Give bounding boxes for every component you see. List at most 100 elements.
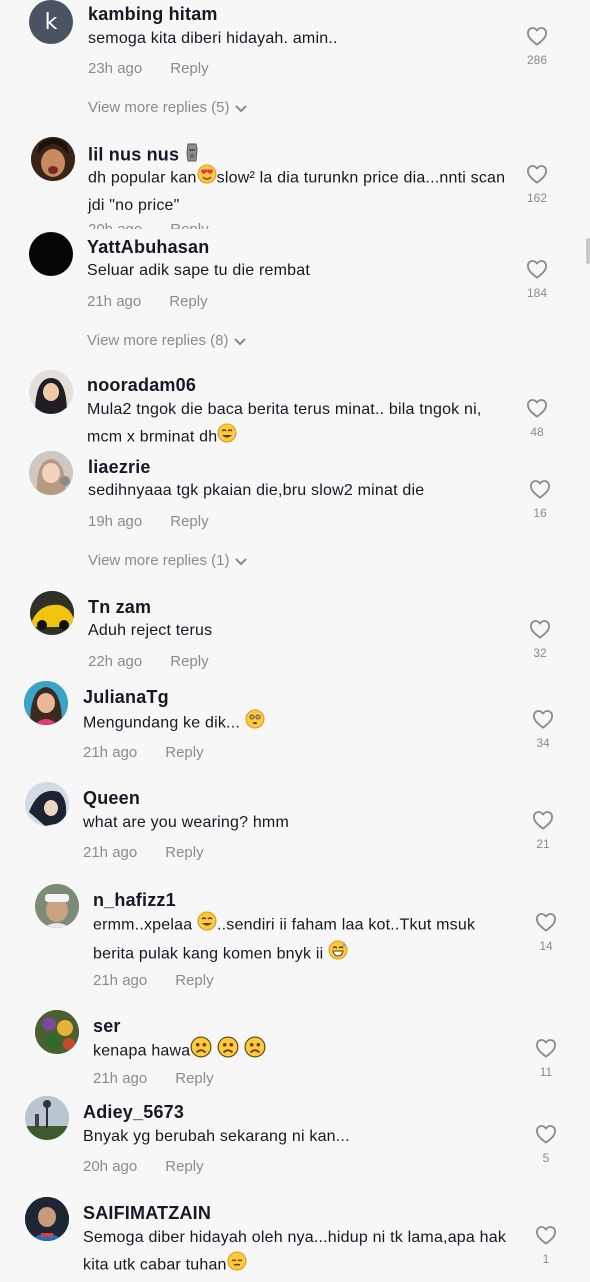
- like-area: 1: [526, 1225, 566, 1266]
- comment-item: Adiey_5673 Bnyak yg berubah sekarang ni …: [0, 1096, 590, 1186]
- like-area: 11: [526, 1038, 566, 1079]
- comment-item: nooradam06 Mula2 tngok die baca berita t…: [0, 370, 590, 446]
- reply-button[interactable]: Reply: [170, 221, 208, 229]
- flushed-face-emoji-icon: [245, 709, 265, 738]
- heart-outline-icon[interactable]: [532, 709, 554, 729]
- avatar[interactable]: [29, 451, 73, 495]
- like-area: 184: [517, 259, 557, 300]
- comment-username[interactable]: Tn zam: [88, 597, 151, 618]
- view-more-replies[interactable]: View more replies (5): [88, 99, 247, 117]
- avatar[interactable]: [25, 1197, 69, 1241]
- like-count: 16: [533, 506, 547, 520]
- comment-text: what are you wearing? hmm: [83, 814, 289, 831]
- comment-meta: 20h ago Reply: [88, 221, 209, 229]
- comment-text: sedihnyaaa tgk pkaian die,bru slow2 mina…: [88, 482, 425, 499]
- comment-item: Queen what are you wearing? hmm 21h ago R…: [0, 782, 590, 868]
- reply-button[interactable]: Reply: [165, 844, 203, 861]
- comment-time: 23h ago: [88, 60, 143, 77]
- comment-username[interactable]: JulianaTg: [83, 687, 169, 708]
- reply-button[interactable]: Reply: [169, 293, 207, 310]
- avatar[interactable]: [24, 681, 68, 725]
- avatar[interactable]: [25, 1096, 69, 1140]
- reply-button[interactable]: Reply: [165, 744, 203, 761]
- comment-text: Aduh reject terus: [88, 622, 213, 639]
- comment-username[interactable]: YattAbuhasan: [87, 237, 209, 258]
- heart-outline-icon[interactable]: [532, 810, 554, 830]
- chevron-down-icon: [235, 100, 247, 117]
- comment-item: Tn zam Aduh reject terus 22h ago Reply 32: [0, 591, 590, 676]
- comment-text: Seluar adik sape tu die rembat: [87, 262, 311, 279]
- comment-meta: 19h ago Reply: [88, 513, 209, 530]
- avatar[interactable]: [29, 370, 73, 414]
- comment-username[interactable]: SAIFIMATZAIN: [83, 1203, 211, 1224]
- heart-outline-icon[interactable]: [535, 912, 557, 932]
- heart-outline-icon[interactable]: [529, 619, 551, 639]
- reply-button[interactable]: Reply: [165, 1158, 203, 1175]
- comment-text: semoga kita diberi hidayah. amin..: [88, 30, 338, 47]
- comment-time: 21h ago: [83, 744, 138, 761]
- reply-button[interactable]: Reply: [175, 972, 213, 989]
- comment-meta: 21h ago Reply: [83, 744, 204, 761]
- view-more-replies[interactable]: View more replies (8): [87, 332, 246, 350]
- heart-outline-icon[interactable]: [526, 398, 548, 418]
- tears-of-joy-emoji-icon: [197, 911, 217, 940]
- reply-button[interactable]: Reply: [170, 653, 208, 670]
- comment-time: 20h ago: [83, 1158, 138, 1175]
- avatar[interactable]: [35, 1010, 79, 1054]
- comment-text: ermm..xpelaa ..sendiri ii faham laa kot.…: [93, 911, 513, 969]
- view-more-replies[interactable]: View more replies (1): [88, 552, 247, 570]
- heart-outline-icon[interactable]: [535, 1225, 557, 1245]
- like-count: 286: [526, 53, 548, 67]
- pensive-face-emoji-icon: [227, 1251, 247, 1280]
- comment-item: SAIFIMATZAIN Semoga diber hidayah oleh n…: [0, 1197, 590, 1282]
- comment-username[interactable]: Adiey_5673: [83, 1102, 184, 1123]
- comment-meta: 20h ago Reply: [83, 1158, 204, 1175]
- like-count: 48: [530, 425, 544, 439]
- avatar[interactable]: [31, 137, 75, 181]
- comment-username[interactable]: liaezrie: [88, 457, 151, 478]
- comment-item: liaezrie sedihnyaaa tgk pkaian die,bru s…: [0, 451, 590, 577]
- like-area: 16: [520, 479, 560, 520]
- reply-button[interactable]: Reply: [170, 60, 208, 77]
- heart-outline-icon[interactable]: [535, 1124, 557, 1144]
- like-count: 34: [536, 736, 550, 750]
- avatar[interactable]: [29, 232, 73, 276]
- avatar[interactable]: [25, 782, 69, 826]
- comment-text: dh popular kan slow² la dia turunkn price…: [88, 164, 508, 219]
- view-more-label: View more replies (1): [88, 552, 230, 569]
- heart-outline-icon[interactable]: [526, 164, 548, 184]
- comment-username[interactable]: Queen: [83, 788, 140, 809]
- comment-time: 21h ago: [93, 1070, 148, 1086]
- avatar[interactable]: [35, 884, 79, 928]
- heart-outline-icon[interactable]: [526, 26, 548, 46]
- like-area: 14: [526, 912, 566, 953]
- reply-button[interactable]: Reply: [175, 1070, 213, 1086]
- frowning-face-emoji-icon: [244, 1036, 266, 1067]
- comment-username[interactable]: nooradam06: [87, 375, 196, 396]
- heart-outline-icon[interactable]: [526, 259, 548, 279]
- comment-item: ser kenapa hawa 21h ago Reply 11: [0, 1010, 590, 1086]
- comment-item: JulianaTg Mengundang ke dik... 21h ago Re…: [0, 681, 590, 767]
- reply-button[interactable]: Reply: [170, 513, 208, 530]
- like-count: 32: [533, 646, 547, 660]
- comment-text-part: dh popular kan: [88, 169, 197, 187]
- comment-time: 20h ago: [88, 221, 142, 229]
- grinning-sweat-emoji-icon: [328, 940, 348, 969]
- like-count: 14: [539, 939, 553, 953]
- comment-text-part: Semoga diber hidayah oleh nya...hidup ni…: [83, 1229, 507, 1274]
- heart-outline-icon[interactable]: [529, 479, 551, 499]
- comment-text: Mengundang ke dik...: [83, 709, 503, 738]
- comment-item: YattAbuhasan Seluar adik sape tu die rem…: [0, 232, 590, 357]
- comment-meta: 21h ago Reply: [87, 293, 208, 310]
- scrollbar-thumb[interactable]: [586, 238, 590, 264]
- frowning-face-emoji-icon: [190, 1036, 212, 1067]
- comment-username[interactable]: ser: [93, 1016, 121, 1037]
- like-area: 32: [520, 619, 560, 660]
- heart-eyes-emoji-icon: [197, 164, 217, 193]
- avatar[interactable]: k: [29, 0, 73, 44]
- avatar[interactable]: [30, 591, 74, 635]
- heart-outline-icon[interactable]: [535, 1038, 557, 1058]
- comment-username[interactable]: kambing hitam: [88, 4, 218, 25]
- comment-item: n_hafizz1 ermm..xpelaa ..sendiri ii faha…: [0, 884, 590, 996]
- comment-username[interactable]: n_hafizz1: [93, 890, 176, 911]
